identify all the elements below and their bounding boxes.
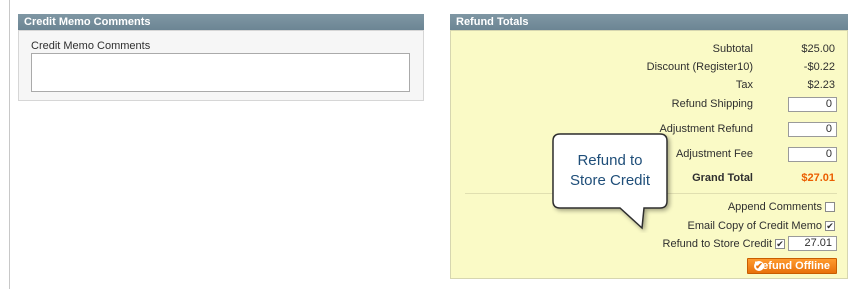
checkbox-checked-icon: ✔ xyxy=(826,221,834,231)
refund-shipping-label: Refund Shipping xyxy=(671,98,753,110)
grand-total-label: Grand Total xyxy=(692,172,753,184)
store-credit-label: Refund to Store Credit xyxy=(662,238,772,250)
refund-shipping-input[interactable]: 0 xyxy=(788,97,837,112)
check-icon: ✔ xyxy=(754,261,764,271)
store-credit-checkbox[interactable]: ✔ xyxy=(775,239,785,249)
refund-totals-header: Refund Totals xyxy=(450,14,848,30)
append-comments-label: Append Comments xyxy=(727,201,822,213)
tax-value: $2.23 xyxy=(807,79,835,91)
discount-label: Discount (Register10) xyxy=(646,61,753,73)
credit-memo-panel: Credit Memo Comments xyxy=(18,30,424,101)
email-copy-label: Email Copy of Credit Memo xyxy=(687,220,823,232)
store-credit-row: Refund to Store Credit ✔ xyxy=(663,238,785,250)
checkbox-checked-icon: ✔ xyxy=(776,239,784,249)
append-comments-row: Append Comments xyxy=(728,201,835,213)
append-comments-checkbox[interactable] xyxy=(825,202,835,212)
discount-value: -$0.22 xyxy=(803,61,835,73)
callout-line-2: Store Credit xyxy=(570,172,651,189)
email-copy-checkbox[interactable]: ✔ xyxy=(825,221,835,231)
subtotal-label: Subtotal xyxy=(712,43,753,55)
refund-to-store-credit-callout: Refund to Store Credit xyxy=(552,133,682,236)
refund-offline-label: Refund Offline xyxy=(754,260,830,272)
refund-offline-button[interactable]: ✔ Refund Offline xyxy=(747,258,837,274)
grand-total-value: $27.01 xyxy=(801,172,835,184)
email-copy-row: Email Copy of Credit Memo ✔ xyxy=(687,220,835,232)
adjustment-refund-input[interactable]: 0 xyxy=(788,122,837,137)
subtotal-value: $25.00 xyxy=(801,43,835,55)
credit-memo-header: Credit Memo Comments xyxy=(18,14,424,30)
callout-line-1: Refund to xyxy=(577,152,642,169)
page-left-border xyxy=(9,0,10,289)
callout-bubble: Refund to Store Credit xyxy=(552,133,668,230)
credit-memo-label: Credit Memo Comments xyxy=(31,40,151,52)
adjustment-fee-label: Adjustment Fee xyxy=(675,148,753,160)
store-credit-input[interactable]: 27.01 xyxy=(788,236,837,251)
tax-label: Tax xyxy=(735,79,753,91)
adjustment-fee-input[interactable]: 0 xyxy=(788,147,837,162)
credit-memo-textarea[interactable] xyxy=(31,53,410,92)
